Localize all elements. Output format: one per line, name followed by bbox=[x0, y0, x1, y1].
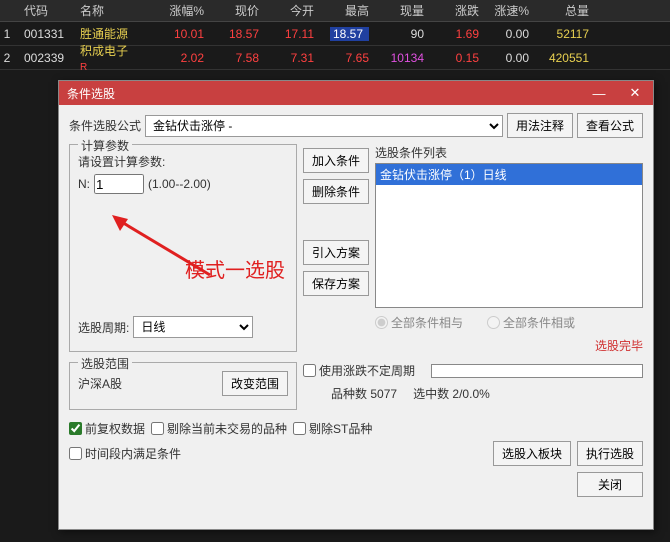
change-range-button[interactable]: 改变范围 bbox=[222, 371, 288, 396]
chk-custom-period[interactable]: 使用涨跌不定周期 bbox=[303, 362, 415, 379]
table-row[interactable]: 2 002339 积成电子 R 2.02 7.58 7.31 7.65 1013… bbox=[0, 46, 670, 70]
period-label: 选股周期: bbox=[78, 319, 129, 336]
range-value: 沪深A股 bbox=[78, 375, 122, 392]
progress-bar bbox=[431, 364, 643, 378]
add-condition-button[interactable]: 加入条件 bbox=[303, 148, 369, 173]
minimize-icon[interactable]: — bbox=[581, 81, 617, 105]
status-done: 选股完毕 bbox=[595, 337, 643, 354]
radio-and[interactable]: 全部条件相与 bbox=[375, 314, 463, 331]
titlebar[interactable]: 条件选股 — ✕ bbox=[59, 81, 653, 105]
to-block-button[interactable]: 选股入板块 bbox=[493, 441, 571, 466]
dialog-title: 条件选股 bbox=[67, 85, 115, 102]
param-range: (1.00--2.00) bbox=[148, 177, 211, 191]
calc-params-title: 计算参数 bbox=[78, 137, 132, 154]
table-header: 代码 名称 涨幅% 现价 今开 最高 现量 涨跌 涨速% 总量 bbox=[0, 0, 670, 22]
view-formula-button[interactable]: 查看公式 bbox=[577, 113, 643, 138]
condition-list[interactable]: 金钻伏击涨停（1）日线 bbox=[375, 163, 643, 308]
delete-condition-button[interactable]: 删除条件 bbox=[303, 179, 369, 204]
usage-button[interactable]: 用法注释 bbox=[507, 113, 573, 138]
range-title: 选股范围 bbox=[78, 355, 132, 372]
condition-list-title: 选股条件列表 bbox=[375, 144, 643, 161]
chk-skip-nontrading[interactable]: 剔除当前未交易的品种 bbox=[151, 420, 287, 437]
stock-table: 代码 名称 涨幅% 现价 今开 最高 现量 涨跌 涨速% 总量 1 001331… bbox=[0, 0, 670, 70]
calc-hint: 请设置计算参数: bbox=[78, 153, 288, 170]
stat-hit: 2/0.0% bbox=[452, 387, 489, 401]
condition-selector-dialog: 条件选股 — ✕ 条件选股公式 金钻伏击涨停 - 用法注释 查看公式 计算参数 … bbox=[58, 80, 654, 530]
save-scheme-button[interactable]: 保存方案 bbox=[303, 271, 369, 296]
load-scheme-button[interactable]: 引入方案 bbox=[303, 240, 369, 265]
formula-select[interactable]: 金钻伏击涨停 - bbox=[145, 115, 503, 137]
radio-or[interactable]: 全部条件相或 bbox=[487, 314, 575, 331]
chk-forward-adjust[interactable]: 前复权数据 bbox=[69, 420, 145, 437]
stat-count: 5077 bbox=[370, 387, 397, 401]
close-button[interactable]: 关闭 bbox=[577, 472, 643, 497]
chk-skip-st[interactable]: 剔除ST品种 bbox=[293, 420, 372, 437]
list-item[interactable]: 金钻伏击涨停（1）日线 bbox=[376, 164, 642, 185]
run-selection-button[interactable]: 执行选股 bbox=[577, 441, 643, 466]
chk-time-range[interactable]: 时间段内满足条件 bbox=[69, 445, 181, 462]
close-icon[interactable]: ✕ bbox=[617, 81, 653, 105]
param-n-input[interactable] bbox=[94, 174, 144, 194]
formula-label: 条件选股公式 bbox=[69, 117, 141, 134]
period-select[interactable]: 日线 bbox=[133, 316, 253, 338]
param-n-label: N: bbox=[78, 177, 90, 191]
